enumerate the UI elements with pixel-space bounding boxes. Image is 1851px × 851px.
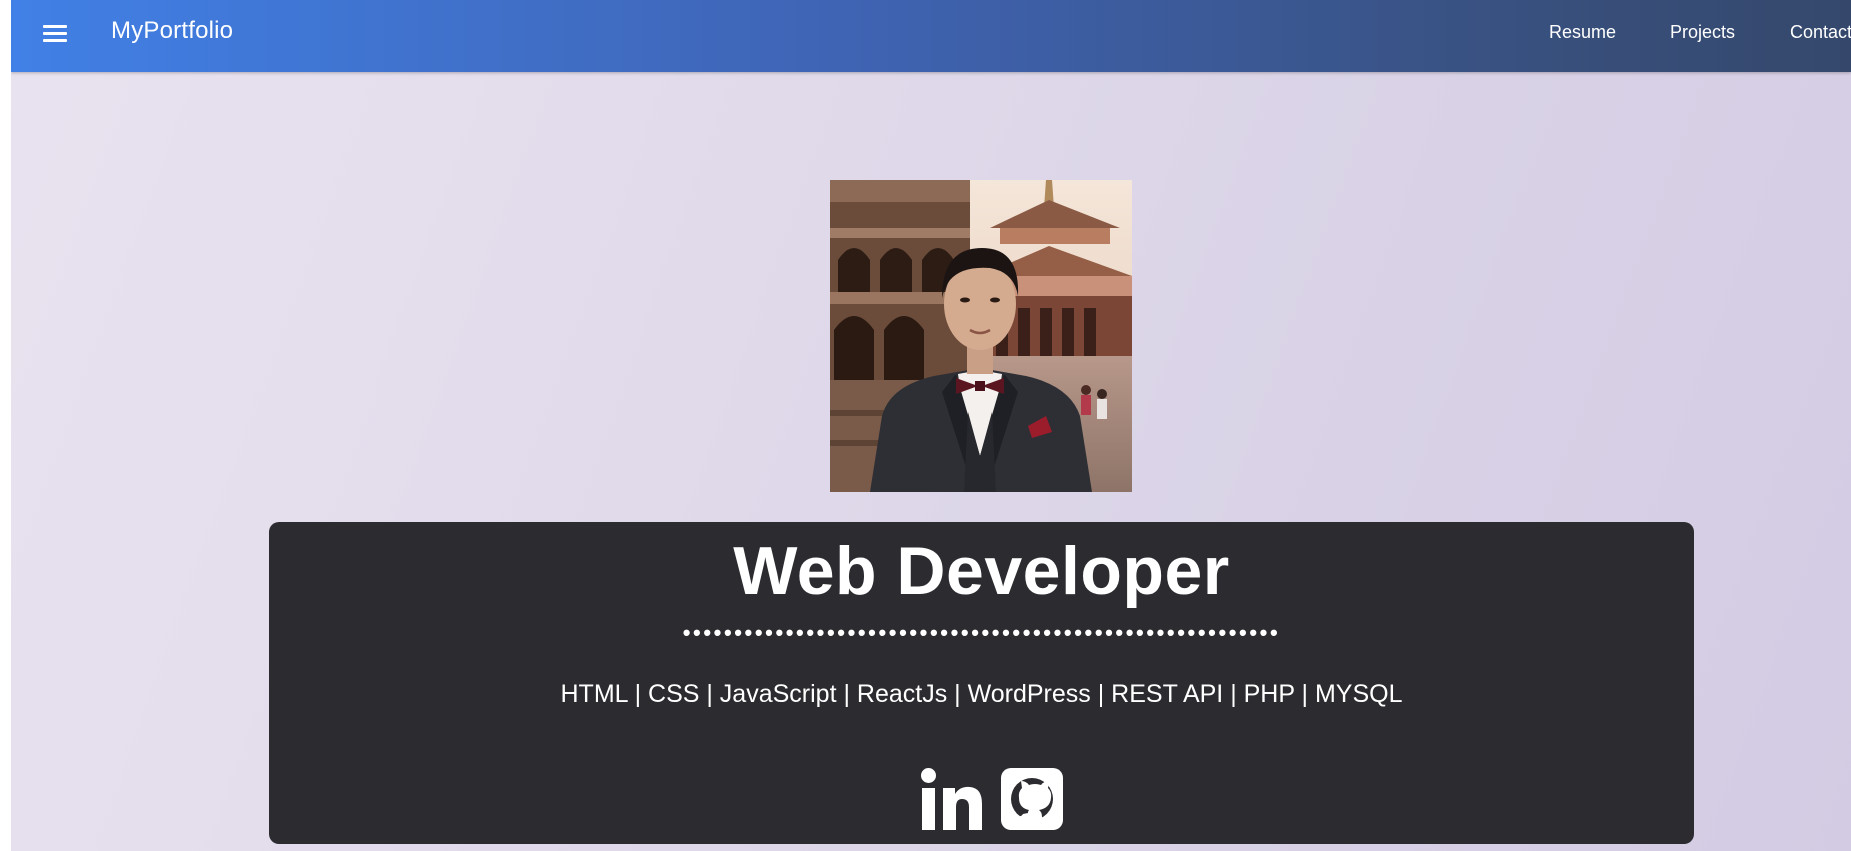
nav-link-projects[interactable]: Projects [1670,22,1735,43]
dotted-divider: ••••••••••••••••••••••••••••••••••••••••… [682,620,1281,645]
nav-link-contact[interactable]: Contact [1790,22,1851,43]
portfolio-page: MyPortfolio Resume Projects Contact Web … [11,0,1851,851]
brand-title[interactable]: MyPortfolio [111,17,233,45]
skills-list: HTML | CSS | JavaScript | ReactJs | Word… [560,680,1403,708]
profile-photo [830,180,1132,492]
hero-card: Web Developer ••••••••••••••••••••••••••… [269,522,1694,844]
top-navbar: MyPortfolio Resume Projects Contact [11,0,1851,72]
hamburger-menu-icon[interactable] [41,20,71,50]
github-icon[interactable] [1001,768,1063,830]
nav-link-resume[interactable]: Resume [1549,22,1616,43]
linkedin-icon[interactable] [920,768,982,830]
hero-title: Web Developer [733,533,1230,609]
